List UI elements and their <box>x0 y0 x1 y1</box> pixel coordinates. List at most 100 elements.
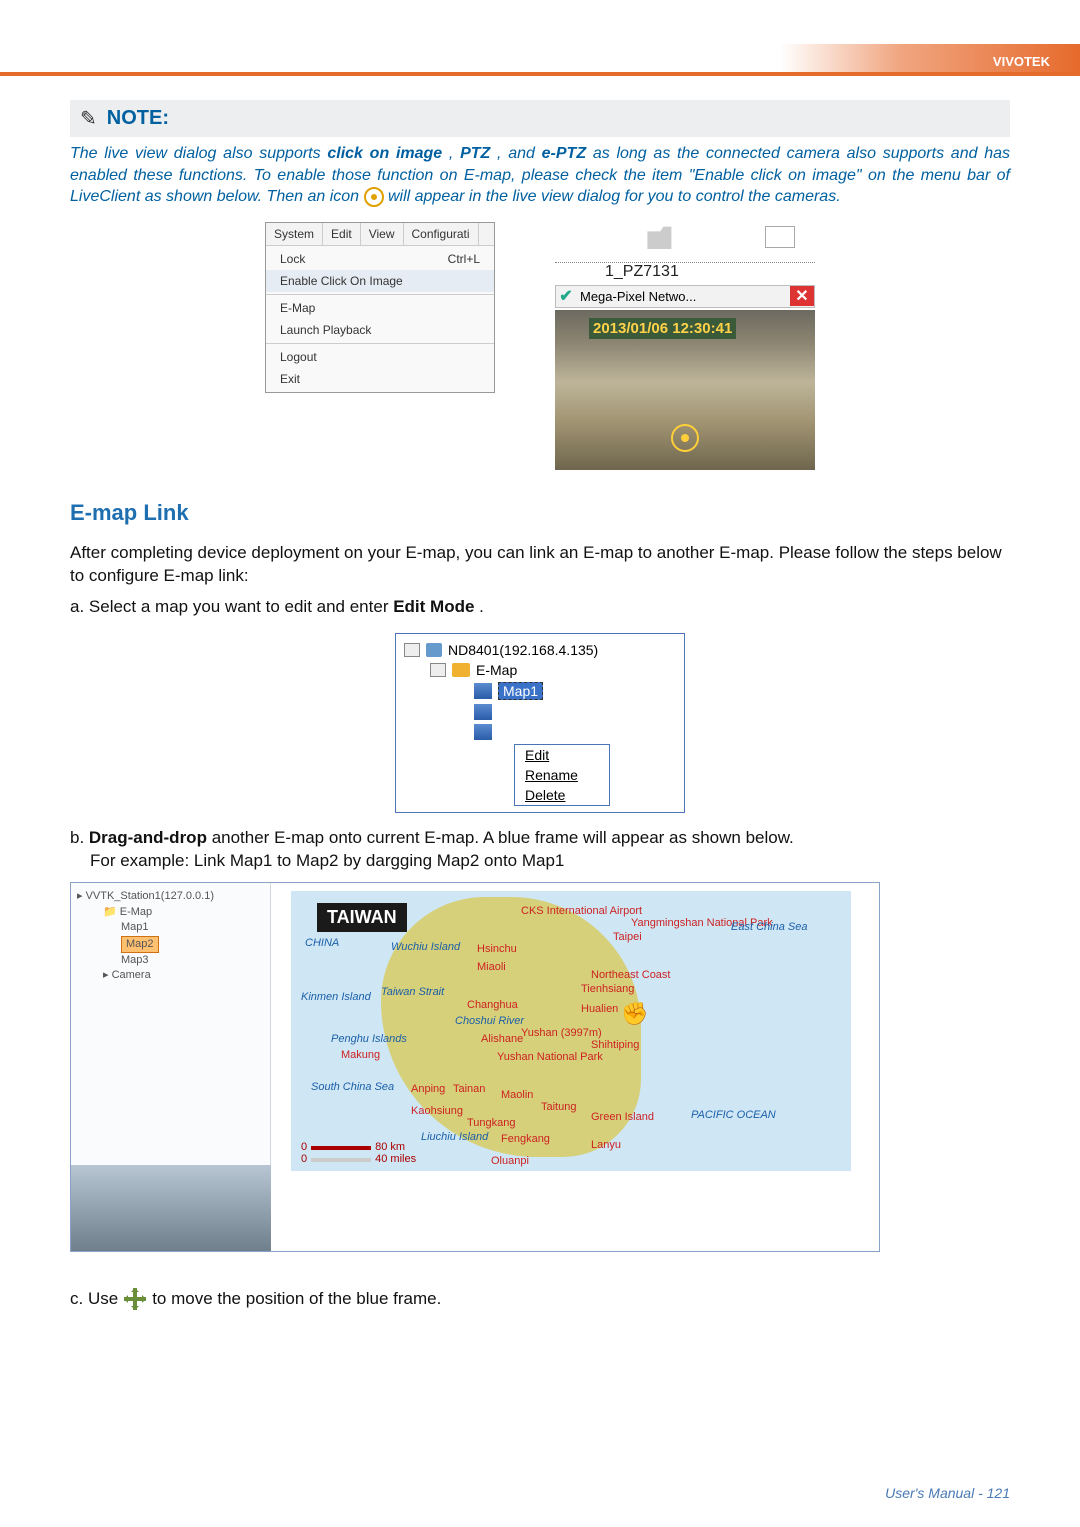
lbl-alishane: Alishane <box>481 1033 523 1045</box>
tree-nvr[interactable]: ND8401(192.168.4.135) <box>404 640 676 660</box>
tree-map1[interactable]: Map1 <box>404 680 676 702</box>
lbl-lanyu: Lanyu <box>591 1139 621 1151</box>
note-label: NOTE: <box>107 107 169 130</box>
device-label: 1_PZ7131 <box>555 262 815 281</box>
menu-logout[interactable]: Logout <box>266 346 494 368</box>
nvr-icon <box>426 643 442 657</box>
menu-logout-label: Logout <box>280 350 317 364</box>
lbl-hualien: Hualien <box>581 1003 618 1015</box>
tree-map-blank-1[interactable] <box>404 702 676 722</box>
map-title: TAIWAN <box>317 903 407 932</box>
live-image[interactable]: 2013/01/06 12:30:41 <box>555 310 815 470</box>
menu-emap[interactable]: E-Map <box>266 297 494 319</box>
lbl-shih: Shihtiping <box>591 1039 639 1051</box>
minus-icon-2[interactable] <box>430 663 446 677</box>
ctx-delete[interactable]: Delete <box>515 785 609 805</box>
live-top <box>555 222 815 262</box>
lbl-changhua: Changhua <box>467 999 518 1011</box>
lbl-strait: Taiwan Strait <box>381 986 444 998</box>
lbl-south: South China Sea <box>311 1081 394 1093</box>
brand-label: VIVOTEK <box>993 54 1050 69</box>
menu-enable-click[interactable]: Enable Click On Image <box>266 270 494 292</box>
section-heading: E-map Link <box>70 500 1010 526</box>
lbl-penghu: Penghu Islands <box>331 1033 407 1045</box>
tab-system[interactable]: System <box>266 223 323 245</box>
lbl-green: Green Island <box>591 1111 654 1123</box>
menu-emap-label: E-Map <box>280 301 315 315</box>
lbl-river: Choshui River <box>455 1015 524 1027</box>
step-c: c. Use to move the position of the blue … <box>70 1286 1010 1312</box>
scale-line-2 <box>311 1158 371 1162</box>
menu-enable-click-label: Enable Click On Image <box>280 274 403 288</box>
hand-cursor-icon: ✊ <box>621 1001 648 1027</box>
close-icon[interactable]: ✕ <box>790 286 814 306</box>
menu-lock-shortcut: Ctrl+L <box>448 252 480 266</box>
menu-block-1: Lock Ctrl+L Enable Click On Image <box>266 246 494 295</box>
lbl-fengkang: Fengkang <box>501 1133 550 1145</box>
tree-m3[interactable]: Map3 <box>121 953 264 968</box>
menu-playback[interactable]: Launch Playback <box>266 319 494 341</box>
note-text: The live view dialog also supports click… <box>70 143 1010 208</box>
target-icon <box>364 187 384 207</box>
map-canvas[interactable]: TAIWAN CKS International Airport Yangmin… <box>291 891 851 1171</box>
step-b-line2: For example: Link Map1 to Map2 by darggi… <box>70 850 1010 873</box>
tree-nvr-label: ND8401(192.168.4.135) <box>448 642 598 658</box>
step-b-post: another E-map onto current E-map. A blue… <box>212 828 794 847</box>
lbl-liuchiu: Liuchiu Island <box>421 1131 488 1143</box>
tab-edit[interactable]: Edit <box>323 223 361 245</box>
lbl-miaoli: Miaoli <box>477 961 506 973</box>
camera-icon <box>641 222 673 254</box>
step-a-tail: . <box>479 597 484 616</box>
ctx-edit[interactable]: Edit <box>515 745 609 765</box>
tree-map1-label: Map1 <box>498 682 543 700</box>
lbl-pacific: PACIFIC OCEAN <box>691 1109 776 1121</box>
map-icon <box>474 683 492 699</box>
step-b: b. Drag-and-drop another E-map onto curr… <box>70 827 1010 850</box>
live-view-figure: 1_PZ7131 ✔ Mega-Pixel Netwo... ✕ 2013/01… <box>555 222 815 470</box>
step-a-bold: Edit Mode <box>393 597 474 616</box>
lbl-china: CHINA <box>305 937 339 949</box>
target-overlay-icon[interactable] <box>671 424 699 452</box>
tree-m2[interactable]: Map2 <box>121 936 264 953</box>
lbl-taipei: Taipei <box>613 931 642 943</box>
page-content: ✎ NOTE: The live view dialog also suppor… <box>0 76 1080 1312</box>
tab-view[interactable]: View <box>361 223 404 245</box>
lbl-anping: Anping <box>411 1083 445 1095</box>
section-intro: After completing device deployment on yo… <box>70 542 1010 588</box>
move-icon <box>122 1286 148 1312</box>
tree-folder[interactable]: E-Map <box>404 660 676 680</box>
tree-emap-folder[interactable]: 📁 E-Map <box>103 905 264 920</box>
map-scale: 080 km 040 miles <box>301 1141 416 1165</box>
lbl-makung: Makung <box>341 1049 380 1061</box>
note-t0: The live view dialog also supports <box>70 145 327 162</box>
menu-lock[interactable]: Lock Ctrl+L <box>266 248 494 270</box>
map-icon-2 <box>474 704 492 720</box>
tab-config[interactable]: Configurati <box>404 223 479 245</box>
context-menu: Edit Rename Delete <box>514 744 610 806</box>
ctx-rename[interactable]: Rename <box>515 765 609 785</box>
lbl-kinmen: Kinmen Island <box>301 991 371 1003</box>
device-box-icon <box>765 226 795 248</box>
note-t2: , <box>449 145 460 162</box>
menu-exit-label: Exit <box>280 372 300 386</box>
map-thumbnail[interactable] <box>71 1165 271 1251</box>
menu-exit[interactable]: Exit <box>266 368 494 390</box>
emap-editor-figure: ▸ VVTK_Station1(127.0.0.1) 📁 E-Map Map1 … <box>70 882 880 1252</box>
header-back <box>0 0 1080 76</box>
live-timestamp: 2013/01/06 12:30:41 <box>589 318 736 339</box>
lbl-yushan: Yushan (3997m) <box>521 1027 602 1039</box>
step-c-post: to move the position of the blue frame. <box>152 1288 441 1311</box>
note-b1: click on image <box>327 145 442 162</box>
minus-icon[interactable] <box>404 643 420 657</box>
lbl-tien: Tienhsiang <box>581 983 634 995</box>
folder-icon <box>452 663 470 677</box>
tree-camera[interactable]: ▸ Camera <box>103 968 264 983</box>
live-title-text: Mega-Pixel Netwo... <box>576 286 790 307</box>
scale-km: 80 km <box>375 1141 405 1153</box>
tree-map-blank-2[interactable] <box>404 722 676 742</box>
tree-station[interactable]: ▸ VVTK_Station1(127.0.0.1) <box>77 889 264 904</box>
menu-block-2: E-Map Launch Playback <box>266 295 494 344</box>
tree-m1[interactable]: Map1 <box>121 920 264 935</box>
lbl-hsinchu: Hsinchu <box>477 943 517 955</box>
lbl-tainan: Tainan <box>453 1083 485 1095</box>
